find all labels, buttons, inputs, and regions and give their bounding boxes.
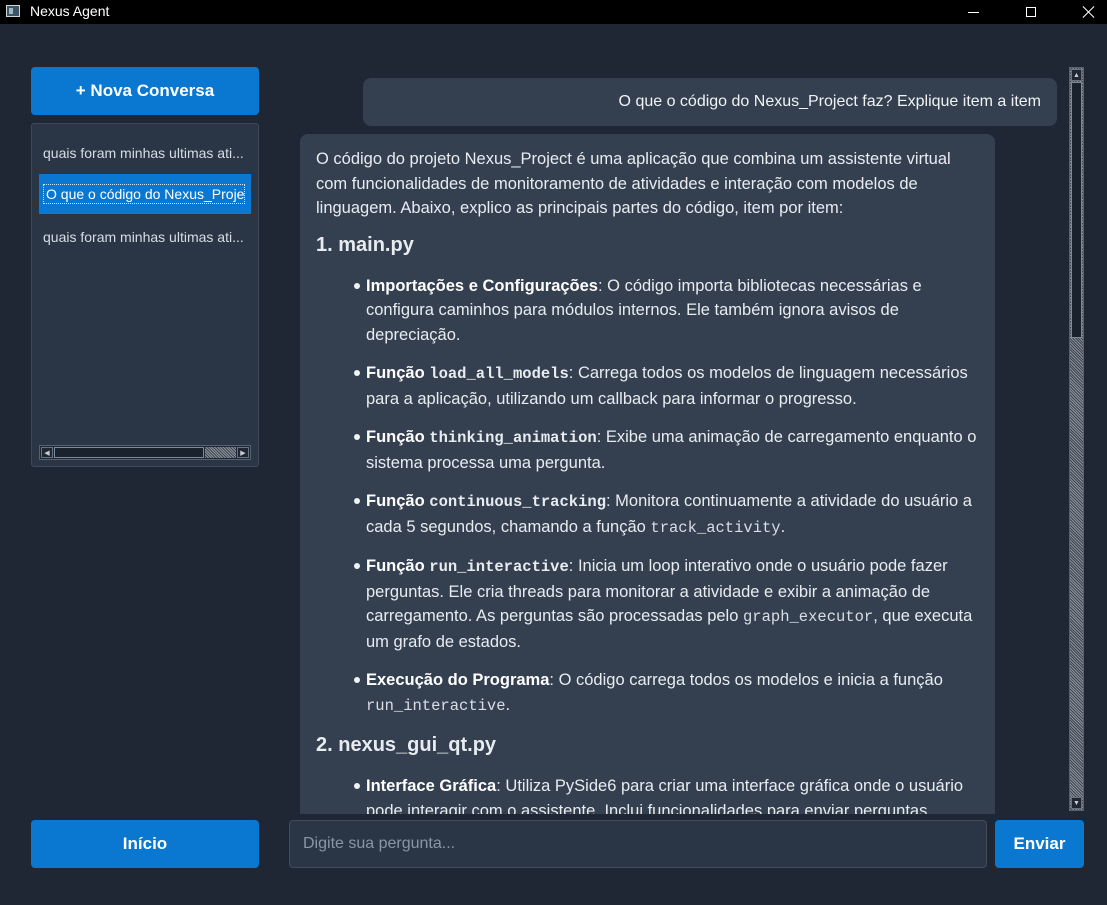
new-conversation-button[interactable]: + Nova Conversa bbox=[31, 67, 259, 115]
section-heading: 1. main.py bbox=[316, 233, 414, 256]
window-title: Nexus Agent bbox=[30, 3, 110, 19]
scroll-down-icon[interactable]: ▼ bbox=[1071, 797, 1082, 809]
user-message: O que o código do Nexus_Project faz? Exp… bbox=[363, 78, 1057, 126]
list-item: Função continuous_tracking: Monitora con… bbox=[353, 489, 979, 540]
conversation-list[interactable]: quais foram minhas ultimas ati... O que … bbox=[31, 123, 259, 467]
app-icon bbox=[6, 5, 20, 17]
conversation-item-selected[interactable]: O que o código do Nexus_Project faz? Exp… bbox=[39, 174, 251, 214]
title-bar: Nexus Agent bbox=[0, 0, 1107, 24]
chat-vertical-scrollbar[interactable]: ▲ ▼ bbox=[1069, 67, 1084, 811]
maximize-icon bbox=[1026, 7, 1036, 17]
list-item: Importações e Configurações: O código im… bbox=[353, 274, 979, 348]
scrollbar-thumb[interactable] bbox=[1071, 82, 1082, 338]
send-button[interactable]: Enviar bbox=[995, 820, 1084, 868]
scrollbar-track[interactable] bbox=[205, 447, 236, 458]
conversation-item-label: quais foram minhas ultimas ati... bbox=[43, 229, 244, 245]
list-item: Função thinking_animation: Exibe uma ani… bbox=[353, 425, 979, 475]
list-item: Interface Gráfica: Utiliza PySide6 para … bbox=[353, 774, 979, 814]
horizontal-scrollbar[interactable]: ◀ ▶ bbox=[39, 445, 251, 460]
scrollbar-thumb[interactable] bbox=[54, 447, 204, 458]
assistant-intro: O código do projeto Nexus_Project é uma … bbox=[316, 150, 951, 217]
list-item: Execução do Programa: O código carrega t… bbox=[353, 668, 979, 718]
close-button[interactable] bbox=[1066, 0, 1107, 24]
conversation-item[interactable]: quais foram minhas ultimas ati... bbox=[39, 133, 251, 173]
list-item: Função run_interactive: Inicia um loop i… bbox=[353, 554, 979, 654]
close-icon bbox=[1082, 5, 1096, 19]
assistant-message: O código do projeto Nexus_Project é uma … bbox=[300, 134, 995, 814]
question-input[interactable] bbox=[289, 820, 987, 868]
minimize-icon bbox=[967, 11, 979, 13]
home-button[interactable]: Início bbox=[31, 820, 259, 868]
scroll-up-icon[interactable]: ▲ bbox=[1071, 69, 1082, 81]
section-list: Importações e Configurações: O código im… bbox=[316, 274, 979, 719]
maximize-button[interactable] bbox=[1008, 0, 1054, 24]
list-item: Função load_all_models: Carrega todos os… bbox=[353, 361, 979, 411]
user-message-text: O que o código do Nexus_Project faz? Exp… bbox=[618, 93, 1041, 110]
conversation-item-label: quais foram minhas ultimas ati... bbox=[43, 145, 244, 161]
scroll-left-icon[interactable]: ◀ bbox=[41, 447, 53, 458]
section-list: Interface Gráfica: Utiliza PySide6 para … bbox=[316, 774, 979, 814]
section-heading: 2. nexus_gui_qt.py bbox=[316, 734, 497, 756]
scroll-right-icon[interactable]: ▶ bbox=[237, 447, 249, 458]
conversation-item[interactable]: quais foram minhas ultimas ati... bbox=[39, 217, 251, 257]
conversation-item-label: O que o código do Nexus_Project faz? Exp… bbox=[43, 184, 245, 204]
minimize-button[interactable] bbox=[950, 0, 996, 24]
